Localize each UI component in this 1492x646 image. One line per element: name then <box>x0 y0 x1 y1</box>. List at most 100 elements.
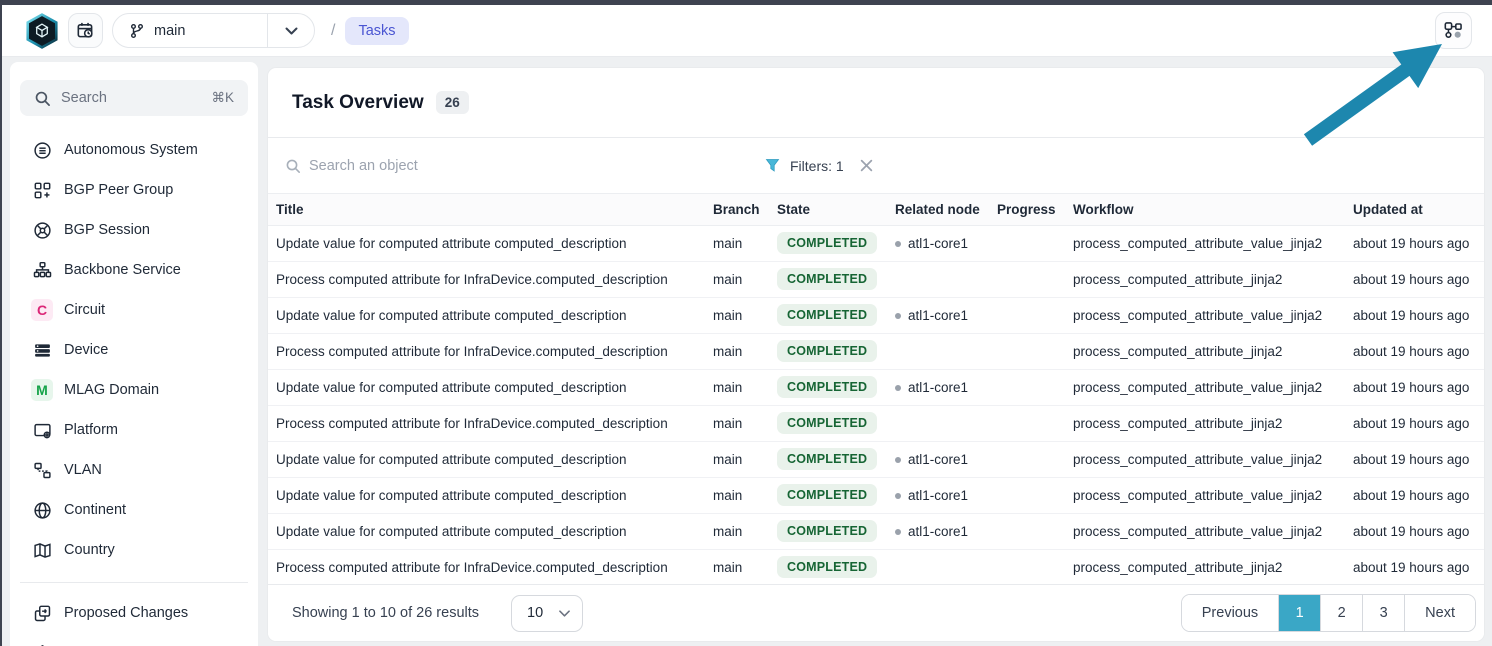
task-overview-panel: Task Overview 26 Filters: 1 TitleBranchS… <box>268 68 1484 641</box>
map-icon <box>31 539 53 561</box>
schema-icon <box>1443 20 1464 41</box>
sidebar-item-label: Platform <box>64 422 118 438</box>
sidebar-item-platform[interactable]: Platform <box>10 410 258 450</box>
cell-workflow: process_computed_attribute_value_jinja2 <box>1065 513 1345 549</box>
branch-selector[interactable]: main <box>112 13 315 48</box>
table-row[interactable]: Update value for computed attribute comp… <box>268 441 1484 477</box>
results-summary: Showing 1 to 10 of 26 results <box>292 605 479 621</box>
page-size-select[interactable]: 10 <box>511 595 583 632</box>
page-1-button[interactable]: 1 <box>1278 595 1320 631</box>
sidebar-item-label: MLAG Domain <box>64 382 159 398</box>
sidebar-footer-menu: Proposed ChangesObject Management <box>10 593 258 646</box>
cell-updated-at: about 19 hours ago <box>1345 261 1484 297</box>
bgp-peer-group-icon <box>31 179 53 201</box>
branch-selector-toggle[interactable] <box>267 14 314 47</box>
status-badge: COMPLETED <box>777 268 877 290</box>
infrahub-logo-icon[interactable] <box>24 13 60 49</box>
cell-workflow: process_computed_attribute_value_jinja2 <box>1065 477 1345 513</box>
letter-m-badge-icon: M <box>31 379 53 401</box>
table-row[interactable]: Update value for computed attribute comp… <box>268 369 1484 405</box>
task-table: TitleBranchStateRelated nodeProgressWork… <box>268 194 1484 586</box>
previous-button[interactable]: Previous <box>1182 595 1278 631</box>
sidebar-item-country[interactable]: Country <box>10 530 258 570</box>
cell-branch: main <box>705 225 769 261</box>
sidebar-item-continent[interactable]: Continent <box>10 490 258 530</box>
cell-branch: main <box>705 261 769 297</box>
next-button[interactable]: Next <box>1404 595 1475 631</box>
table-row[interactable]: Update value for computed attribute comp… <box>268 513 1484 549</box>
status-badge: COMPLETED <box>777 412 877 434</box>
filters-chip[interactable]: Filters: 1 <box>765 158 873 174</box>
sidebar-item-label: VLAN <box>64 462 102 478</box>
cell-updated-at: about 19 hours ago <box>1345 513 1484 549</box>
page-title: Task Overview <box>292 92 424 114</box>
column-header-updated-at: Updated at <box>1345 194 1484 225</box>
cell-branch: main <box>705 513 769 549</box>
column-header-workflow: Workflow <box>1065 194 1345 225</box>
cell-updated-at: about 19 hours ago <box>1345 333 1484 369</box>
sidebar-item-device[interactable]: Device <box>10 330 258 370</box>
panel-header: Task Overview 26 <box>268 68 1484 138</box>
sidebar-search[interactable]: Search ⌘K <box>20 80 248 116</box>
cell-title: Process computed attribute for InfraDevi… <box>268 261 705 297</box>
cell-title: Update value for computed attribute comp… <box>268 225 705 261</box>
sidebar-item-mlag-domain[interactable]: M MLAG Domain <box>10 370 258 410</box>
sidebar-item-bgp-session[interactable]: BGP Session <box>10 210 258 250</box>
window-left-edge <box>0 0 2 646</box>
clear-filters-button[interactable] <box>860 159 873 172</box>
cell-updated-at: about 19 hours ago <box>1345 297 1484 333</box>
cell-related-node: atl1-core1 <box>887 369 989 405</box>
table-row[interactable]: Process computed attribute for InfraDevi… <box>268 333 1484 369</box>
object-search[interactable] <box>285 158 555 174</box>
cell-state: COMPLETED <box>769 261 887 297</box>
time-travel-calendar-button[interactable] <box>68 13 103 48</box>
page-2-button[interactable]: 2 <box>1320 595 1362 631</box>
sidebar-item-circuit[interactable]: CCircuit <box>10 290 258 330</box>
platform-icon <box>31 419 53 441</box>
object-search-input[interactable] <box>309 158 509 174</box>
cell-progress <box>989 477 1065 513</box>
status-badge: COMPLETED <box>777 304 877 326</box>
task-count-badge: 26 <box>436 91 469 114</box>
status-badge: COMPLETED <box>777 520 877 542</box>
globe-icon <box>31 499 53 521</box>
sidebar-item-label: Country <box>64 542 115 558</box>
sidebar-item-vlan[interactable]: VLAN <box>10 450 258 490</box>
schema-visualizer-button[interactable] <box>1435 12 1472 49</box>
node-dot-icon <box>895 385 901 391</box>
cell-related-node <box>887 261 989 297</box>
status-badge: COMPLETED <box>777 340 877 362</box>
backbone-service-icon <box>31 259 53 281</box>
column-header-state: State <box>769 194 887 225</box>
sidebar-item-backbone-service[interactable]: Backbone Service <box>10 250 258 290</box>
branch-selector-value[interactable]: main <box>113 14 267 47</box>
cell-state: COMPLETED <box>769 549 887 585</box>
table-row[interactable]: Process computed attribute for InfraDevi… <box>268 405 1484 441</box>
cell-related-node: atl1-core1 <box>887 297 989 333</box>
page-3-button[interactable]: 3 <box>1362 595 1404 631</box>
cell-state: COMPLETED <box>769 225 887 261</box>
calendar-clock-icon <box>76 21 95 40</box>
branch-name: main <box>154 23 185 39</box>
cell-progress <box>989 549 1065 585</box>
table-row[interactable]: Update value for computed attribute comp… <box>268 297 1484 333</box>
sidebar-item-object-management[interactable]: Object Management <box>10 633 258 646</box>
sidebar-item-proposed-changes[interactable]: Proposed Changes <box>10 593 258 633</box>
table-row[interactable]: Process computed attribute for InfraDevi… <box>268 549 1484 585</box>
sidebar-item-autonomous-system[interactable]: Autonomous System <box>10 130 258 170</box>
breadcrumb-separator: / <box>331 22 335 40</box>
cell-updated-at: about 19 hours ago <box>1345 477 1484 513</box>
cell-workflow: process_computed_attribute_value_jinja2 <box>1065 369 1345 405</box>
cell-progress <box>989 297 1065 333</box>
table-row[interactable]: Update value for computed attribute comp… <box>268 225 1484 261</box>
vlan-icon <box>31 459 53 481</box>
cell-workflow: process_computed_attribute_value_jinja2 <box>1065 225 1345 261</box>
table-row[interactable]: Update value for computed attribute comp… <box>268 477 1484 513</box>
sidebar-item-label: Circuit <box>64 302 105 318</box>
table-row[interactable]: Process computed attribute for InfraDevi… <box>268 261 1484 297</box>
cell-title: Update value for computed attribute comp… <box>268 369 705 405</box>
sidebar: Search ⌘K Autonomous SystemBGP Peer Grou… <box>10 62 258 646</box>
breadcrumb-tasks[interactable]: Tasks <box>345 17 408 45</box>
sidebar-item-bgp-peer-group[interactable]: BGP Peer Group <box>10 170 258 210</box>
node-dot-icon <box>895 493 901 499</box>
